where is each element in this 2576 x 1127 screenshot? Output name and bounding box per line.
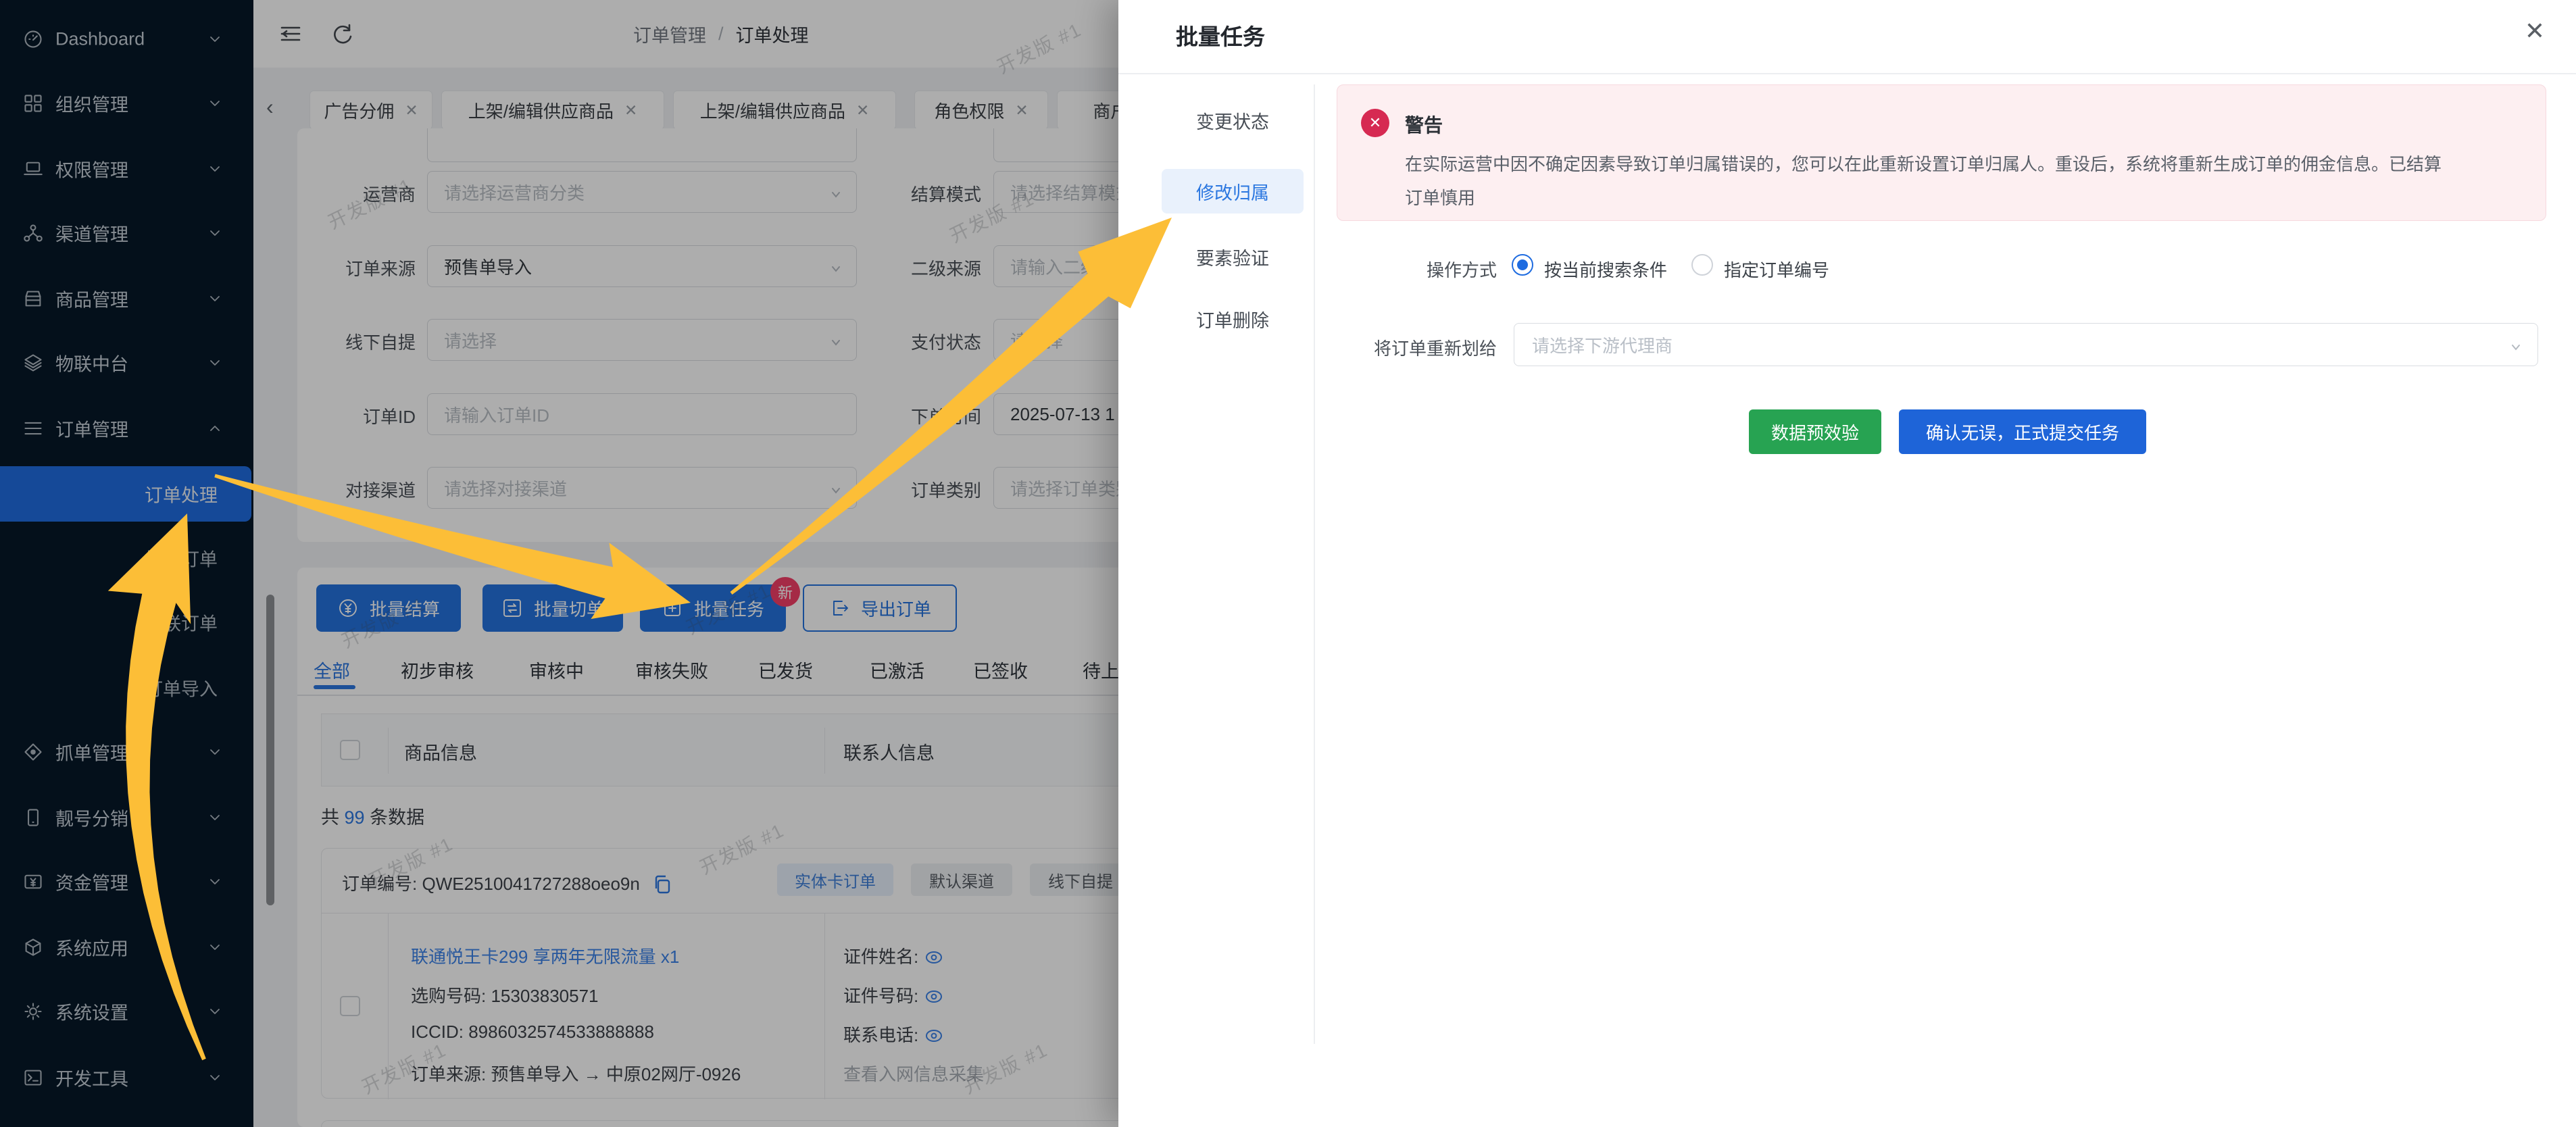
close-icon[interactable]: ✕ bbox=[2516, 12, 2554, 50]
batch-task-drawer: 批量任务 ✕ 变更状态 修改归属 要素验证 订单删除 ✕ 警告 在实际运营中因不… bbox=[1118, 0, 2576, 1127]
placeholder-text: 请选择下游代理商 bbox=[1532, 332, 1673, 357]
radio-label[interactable]: 按当前搜索条件 bbox=[1544, 257, 1667, 282]
operation-mode-label: 操作方式 bbox=[1362, 257, 1497, 282]
reassign-label: 将订单重新划给 bbox=[1321, 335, 1497, 360]
drawer-title: 批量任务 bbox=[1176, 19, 1265, 51]
divider bbox=[1118, 73, 2576, 74]
data-prevalidate-button[interactable]: 数据预效验 bbox=[1749, 409, 1881, 454]
alert-title: 警告 bbox=[1405, 111, 1443, 138]
downstream-agent-select[interactable]: 请选择下游代理商 bbox=[1514, 323, 2538, 366]
radio-current-search[interactable] bbox=[1512, 254, 1533, 276]
drawer-menu-order-delete[interactable]: 订单删除 bbox=[1162, 297, 1304, 341]
alert-body: 在实际运营中因不确定因素导致订单归属错误的，您可以在此重新设置订单归属人。重设后… bbox=[1405, 147, 2442, 215]
divider bbox=[1314, 84, 1315, 1044]
drawer-menu-modify-owner[interactable]: 修改归属 bbox=[1162, 169, 1304, 214]
confirm-submit-button[interactable]: 确认无误，正式提交任务 bbox=[1899, 409, 2146, 454]
radio-label[interactable]: 指定订单编号 bbox=[1724, 257, 1829, 282]
app-root: Dashboard 组织管理 权限管理 渠道管理 商品管理 物联中台 bbox=[0, 0, 2576, 1127]
drawer-menu-element-verify[interactable]: 要素验证 bbox=[1162, 234, 1304, 279]
drawer-menu-change-status[interactable]: 变更状态 bbox=[1162, 98, 1304, 143]
chevron-down-icon bbox=[2509, 338, 2523, 351]
radio-specified-order[interactable] bbox=[1691, 254, 1713, 276]
error-circle-icon: ✕ bbox=[1361, 109, 1389, 137]
warning-alert: ✕ 警告 在实际运营中因不确定因素导致订单归属错误的，您可以在此重新设置订单归属… bbox=[1337, 84, 2546, 221]
